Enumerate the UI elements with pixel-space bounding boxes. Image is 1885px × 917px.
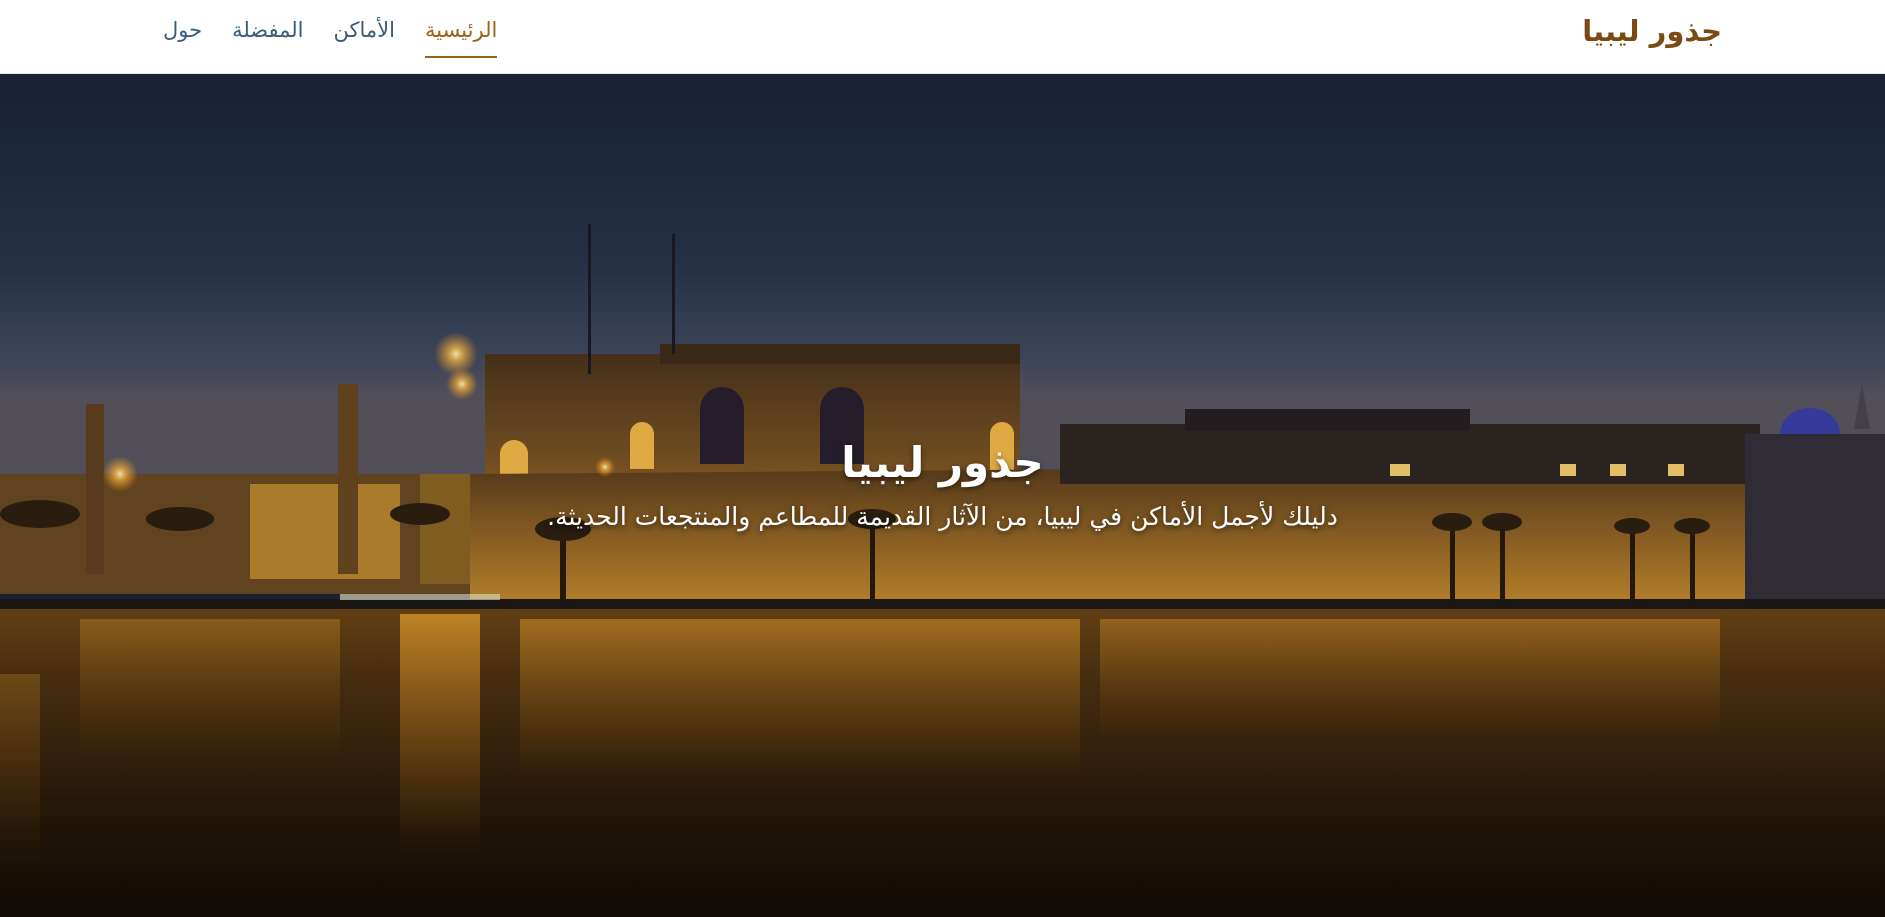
hero-subtitle: دليلك لأجمل الأماكن في ليبيا، من الآثار … [547, 502, 1338, 531]
main-nav: الرئيسية الأماكن المفضلة حول [163, 0, 498, 74]
brand-logo-text[interactable]: جذور ليبيا [1582, 13, 1722, 49]
hero-title: جذور ليبيا [841, 438, 1044, 487]
hero-section: جذور ليبيا دليلك لأجمل الأماكن في ليبيا،… [0, 74, 1885, 917]
nav-item-favorites[interactable]: المفضلة [232, 0, 303, 58]
hero-content: جذور ليبيا دليلك لأجمل الأماكن في ليبيا،… [0, 436, 1885, 534]
nav-item-places[interactable]: الأماكن [334, 0, 395, 58]
nav-item-home[interactable]: الرئيسية [424, 0, 498, 58]
nav-item-about[interactable]: حول [163, 0, 202, 58]
top-navbar: جذور ليبيا الرئيسية الأماكن المفضلة حول [0, 0, 1885, 74]
